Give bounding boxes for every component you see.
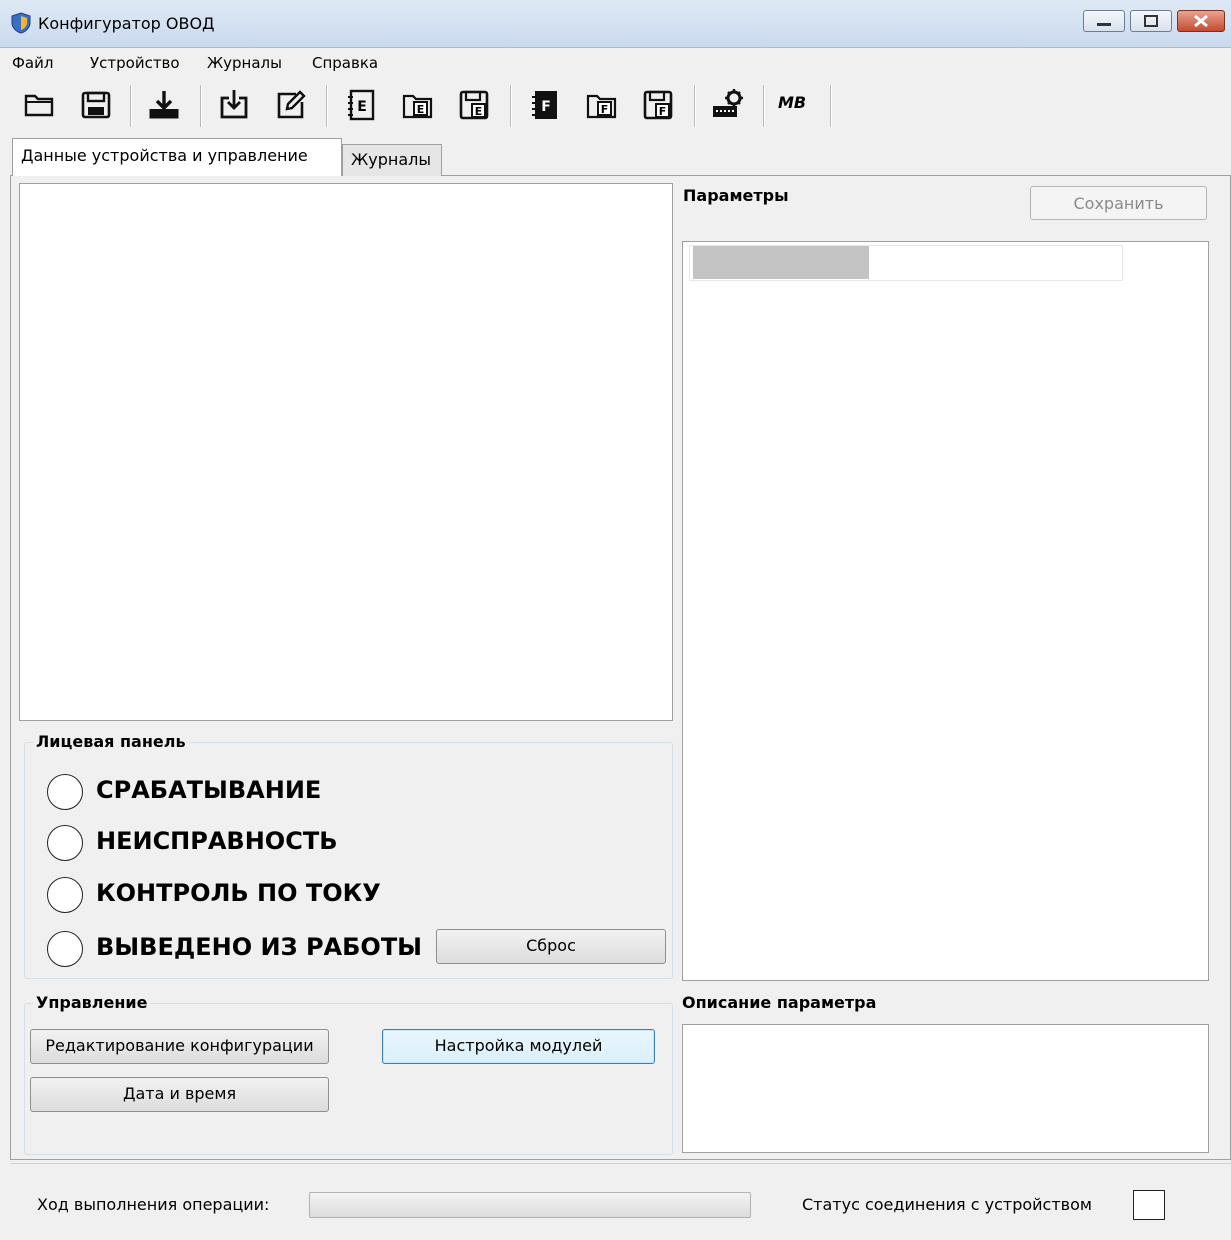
minimize-icon — [1097, 23, 1111, 26]
tab-device-data[interactable]: Данные устройства и управление — [12, 138, 342, 176]
svg-text:F: F — [541, 99, 551, 115]
app-logo-icon — [11, 12, 31, 34]
param-description-label: Описание параметра — [682, 993, 877, 1012]
menu-device[interactable]: Устройство — [90, 54, 180, 72]
params-grid[interactable] — [682, 241, 1209, 981]
modbus-icon[interactable]: МВ — [778, 93, 814, 129]
module-settings-button[interactable]: Настройка модулей — [382, 1029, 655, 1064]
close-icon — [1194, 14, 1208, 28]
save-icon[interactable] — [78, 87, 114, 123]
svg-text:F: F — [601, 103, 609, 116]
svg-text:F: F — [659, 105, 667, 118]
toolbar-separator — [763, 85, 764, 127]
toolbar-separator — [510, 85, 511, 127]
save-button[interactable]: Сохранить — [1030, 186, 1207, 220]
led-fault-label: НЕИСПРАВНОСТЬ — [96, 827, 338, 855]
param-description-box — [682, 1024, 1209, 1153]
svg-text:E: E — [357, 99, 367, 115]
window-title: Конфигуратор ОВОД — [38, 14, 215, 33]
menu-journals[interactable]: Журналы — [207, 54, 282, 72]
open-f-icon[interactable]: F — [584, 87, 620, 123]
maximize-button[interactable] — [1130, 10, 1172, 32]
minimize-button[interactable] — [1083, 10, 1125, 32]
edit-icon[interactable] — [272, 87, 308, 123]
save-f-icon[interactable]: F — [640, 87, 676, 123]
config-e-icon[interactable]: E — [344, 87, 380, 123]
import-icon[interactable] — [216, 87, 252, 123]
save-e-icon[interactable]: E — [456, 87, 492, 123]
led-disabled-label: ВЫВЕДЕНО ИЗ РАБОТЫ — [96, 933, 423, 961]
menu-help[interactable]: Справка — [312, 54, 378, 72]
progress-label: Ход выполнения операции: — [37, 1195, 270, 1214]
led-trigger-label: СРАБАТЫВАНИЕ — [96, 776, 322, 804]
edit-config-button[interactable]: Редактирование конфигурации — [30, 1029, 329, 1064]
toolbar-separator — [200, 85, 201, 127]
toolbar-separator — [130, 85, 131, 127]
menu-bar: Файл Устройство Журналы Справка — [0, 49, 1231, 77]
led-fault-indicator — [47, 825, 83, 861]
toolbar-separator — [830, 85, 831, 127]
led-current-label: КОНТРОЛЬ ПО ТОКУ — [96, 879, 381, 907]
svg-text:E: E — [475, 105, 483, 118]
toolbar: E E E F F F МВ — [0, 77, 1231, 135]
datetime-button[interactable]: Дата и время — [30, 1077, 329, 1112]
config-f-icon[interactable]: F — [528, 87, 564, 123]
reset-button[interactable]: Сброс — [436, 929, 666, 964]
tab-journals[interactable]: Журналы — [342, 144, 442, 176]
connection-status-indicator — [1133, 1190, 1165, 1220]
control-title: Управление — [33, 993, 151, 1012]
params-grid-cell[interactable] — [693, 246, 869, 279]
maximize-icon — [1144, 15, 1158, 27]
download-icon[interactable] — [146, 87, 182, 123]
led-disabled-indicator — [47, 931, 83, 967]
module-settings-icon[interactable] — [710, 87, 746, 123]
svg-text:E: E — [417, 103, 425, 116]
menu-file[interactable]: Файл — [12, 54, 53, 72]
open-folder-icon[interactable] — [22, 87, 58, 123]
close-button[interactable] — [1177, 10, 1225, 32]
led-trigger-indicator — [47, 774, 83, 810]
toolbar-separator — [694, 85, 695, 127]
progress-bar — [309, 1192, 751, 1218]
front-panel-title: Лицевая панель — [33, 732, 189, 751]
open-e-icon[interactable]: E — [400, 87, 436, 123]
params-label: Параметры — [683, 186, 789, 205]
led-current-indicator — [47, 877, 83, 913]
device-tree[interactable] — [19, 183, 673, 721]
connection-status-label: Статус соединения с устройством — [802, 1195, 1092, 1214]
toolbar-separator — [326, 85, 327, 127]
